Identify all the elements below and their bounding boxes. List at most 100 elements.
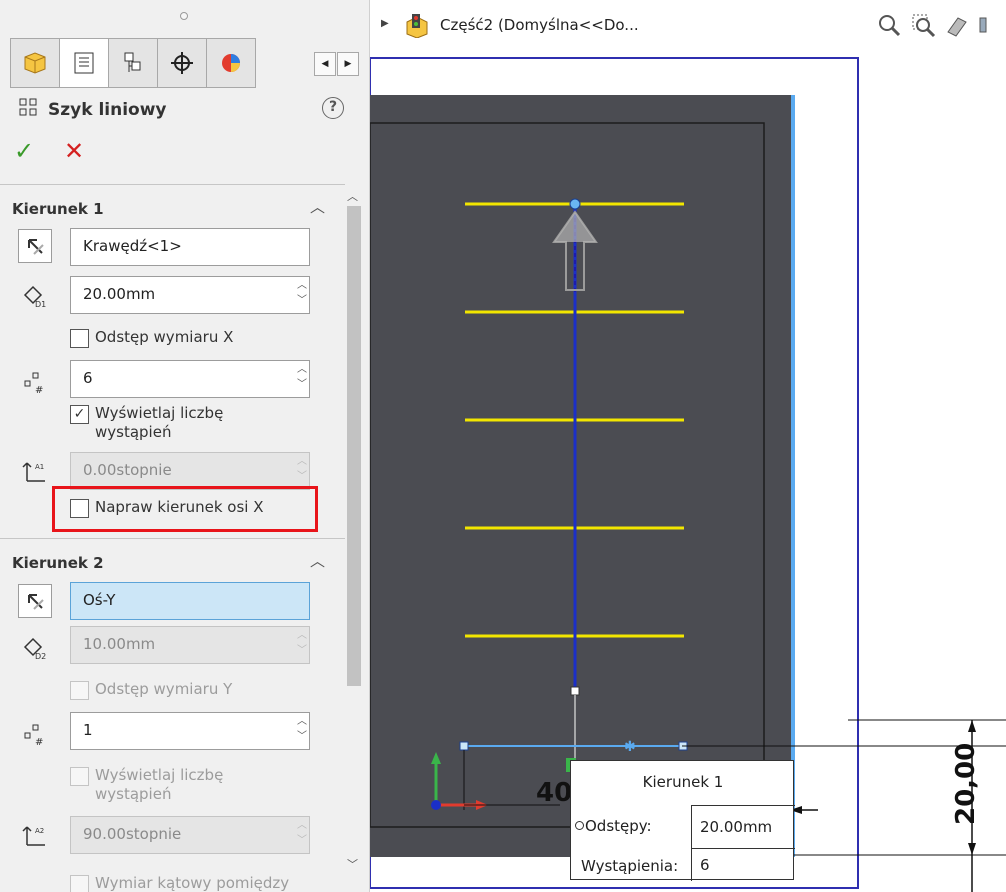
direction2-instances-icon: # bbox=[18, 716, 52, 750]
svg-text:D2: D2 bbox=[35, 652, 46, 661]
panel-splitter[interactable] bbox=[370, 402, 386, 462]
callout-spacing-value[interactable]: 20.00mm bbox=[691, 805, 795, 849]
direction2-show-count-checkbox[interactable]: Wyświetlaj liczbę wystąpień bbox=[70, 766, 270, 804]
direction1-show-count-checkbox[interactable]: ✓ Wyświetlaj liczbę wystąpień bbox=[70, 404, 270, 442]
more-tools-icon[interactable] bbox=[978, 12, 988, 38]
dimension-arrowhead-bottom bbox=[968, 843, 976, 855]
svg-text:A1: A1 bbox=[35, 463, 44, 471]
graphics-area: ✱ bbox=[370, 57, 1006, 892]
breadcrumb[interactable]: Część2 (Domyślna<<Do... bbox=[440, 16, 639, 34]
direction1-reverse-icon[interactable] bbox=[18, 229, 52, 263]
highlight-box bbox=[52, 486, 318, 532]
configuration-manager-icon bbox=[124, 52, 141, 72]
direction1-reference-field[interactable]: Krawędź<1> bbox=[70, 228, 310, 266]
direction1-collapse-icon[interactable]: ︿ bbox=[310, 196, 325, 217]
direction2-dim-spacing-checkbox[interactable]: Odstęp wymiaru Y bbox=[70, 680, 232, 700]
direction2-spacing-spinner[interactable]: ︿ ﹀ bbox=[292, 628, 312, 662]
tab-scroll-right-icon[interactable]: ▶ bbox=[337, 52, 359, 76]
scroll-up-icon[interactable]: ︿ bbox=[347, 188, 358, 204]
direction1-instances-spinner[interactable]: ︿ ﹀ bbox=[292, 362, 312, 396]
help-icon[interactable]: ? bbox=[322, 97, 344, 119]
svg-text:D1: D1 bbox=[35, 300, 46, 309]
direction2-angle-field[interactable]: 90.00stopnie bbox=[70, 816, 310, 854]
direction2-instances-spinner[interactable]: ︿ ﹀ bbox=[292, 714, 312, 748]
ok-check-icon[interactable]: ✓ bbox=[14, 138, 34, 164]
direction2-angle-spinner[interactable]: ︿ ﹀ bbox=[292, 818, 312, 852]
pattern-callout: Kierunek 1 Odstępy: 20.00mm Wystąpienia:… bbox=[570, 760, 795, 881]
dimension-handle-left[interactable] bbox=[459, 741, 469, 751]
callout-instances-label: Wystąpienia: bbox=[581, 857, 679, 875]
direction1-angle-icon: A1 bbox=[18, 454, 52, 488]
linear-pattern-icon bbox=[19, 98, 37, 116]
direction1-spacing-spinner[interactable]: ︿ ﹀ bbox=[292, 278, 312, 312]
direction2-reverse-icon[interactable] bbox=[18, 584, 52, 618]
tab-display-manager[interactable] bbox=[206, 38, 256, 88]
direction1-instances-icon: # bbox=[18, 364, 52, 398]
direction2-title: Kierunek 2 bbox=[12, 554, 104, 572]
tab-configuration-manager[interactable] bbox=[108, 38, 158, 88]
panel-scrollbar[interactable]: ︿ ﹀ bbox=[345, 184, 363, 892]
tab-scroll-left-icon[interactable]: ◀ bbox=[314, 52, 336, 76]
zoom-to-area-icon[interactable] bbox=[910, 12, 936, 38]
triad-x-arrow-icon bbox=[476, 800, 488, 810]
checkbox-box[interactable] bbox=[70, 681, 89, 700]
vertical-dimension-value[interactable]: 20,00 bbox=[951, 743, 981, 825]
cancel-x-icon[interactable]: ✕ bbox=[64, 138, 84, 164]
grip-dot-icon bbox=[180, 12, 188, 20]
direction2-spacing-field[interactable]: 10.00mm bbox=[70, 626, 310, 664]
callout-instances-value[interactable]: 6 bbox=[691, 849, 795, 881]
callout-title: Kierunek 1 bbox=[642, 773, 724, 791]
display-manager-icon bbox=[222, 54, 240, 72]
triad-y-arrow-icon bbox=[431, 752, 441, 764]
direction1-dim-spacing-checkbox[interactable]: Odstęp wymiaru X bbox=[70, 328, 233, 348]
checkbox-box[interactable]: ✓ bbox=[70, 405, 89, 424]
tab-feature-manager[interactable] bbox=[10, 38, 60, 88]
direction2-angle-icon: A2 bbox=[18, 818, 52, 852]
direction1-angle-spinner[interactable]: ︿ ﹀ bbox=[292, 454, 312, 488]
property-manager-title: Szyk liniowy bbox=[48, 100, 167, 120]
dimension-handle-right[interactable] bbox=[678, 741, 688, 751]
scroll-down-icon[interactable]: ﹀ bbox=[347, 856, 358, 872]
zoom-to-fit-icon[interactable] bbox=[876, 12, 902, 38]
dimension-arrowhead-top bbox=[968, 720, 976, 732]
direction-arrow-icon[interactable] bbox=[552, 210, 598, 291]
checkbox-box[interactable] bbox=[70, 329, 89, 348]
crosshair-icon bbox=[171, 52, 193, 74]
seed-point-handle[interactable] bbox=[570, 686, 580, 696]
callout-anchor-icon bbox=[575, 821, 584, 830]
checkbox-box[interactable] bbox=[70, 767, 89, 786]
model-face bbox=[370, 95, 795, 857]
direction1-spacing-field[interactable]: 20.00mm bbox=[70, 276, 310, 314]
feature-manager-icon bbox=[24, 52, 46, 74]
property-manager-icon bbox=[74, 52, 94, 74]
callout-spacing-label: Odstępy: bbox=[585, 817, 652, 835]
svg-text:#: # bbox=[35, 737, 43, 747]
previous-view-icon[interactable] bbox=[944, 12, 970, 38]
pattern-instances bbox=[465, 202, 684, 638]
panel-grip[interactable] bbox=[0, 0, 369, 36]
direction-arrow-head bbox=[554, 212, 596, 242]
svg-text:#: # bbox=[35, 385, 43, 395]
model-edge bbox=[370, 122, 765, 828]
separator bbox=[0, 538, 345, 539]
direction2-reference-field[interactable]: Oś-Y bbox=[70, 582, 310, 620]
tab-scroll-buttons: ◀ ▶ bbox=[314, 52, 360, 76]
tab-dimxpert-manager[interactable] bbox=[157, 38, 207, 88]
checkbox-box[interactable] bbox=[70, 875, 89, 892]
part-icon bbox=[406, 14, 428, 38]
direction1-title: Kierunek 1 bbox=[12, 200, 104, 218]
tab-property-manager[interactable] bbox=[59, 38, 109, 88]
direction-origin-point[interactable] bbox=[569, 198, 581, 210]
view-toolbar bbox=[876, 12, 988, 38]
separator bbox=[0, 184, 345, 185]
breadcrumb-expand-icon[interactable]: ▶ bbox=[381, 18, 389, 29]
direction1-spacing-icon: D1 bbox=[18, 278, 52, 312]
direction2-instances-field[interactable]: 1 bbox=[70, 712, 310, 750]
direction2-collapse-icon[interactable]: ︿ bbox=[310, 550, 325, 571]
direction1-instances-field[interactable]: 6 bbox=[70, 360, 310, 398]
scroll-thumb[interactable] bbox=[347, 206, 361, 686]
dimension-midpoint-icon: ✱ bbox=[624, 739, 636, 755]
triad-z-axis-icon bbox=[431, 800, 441, 810]
direction1-angle-field[interactable]: 0.00stopnie bbox=[70, 452, 310, 490]
direction2-angular-dim-checkbox[interactable]: Wymiar kątowy pomiędzy bbox=[70, 874, 289, 892]
